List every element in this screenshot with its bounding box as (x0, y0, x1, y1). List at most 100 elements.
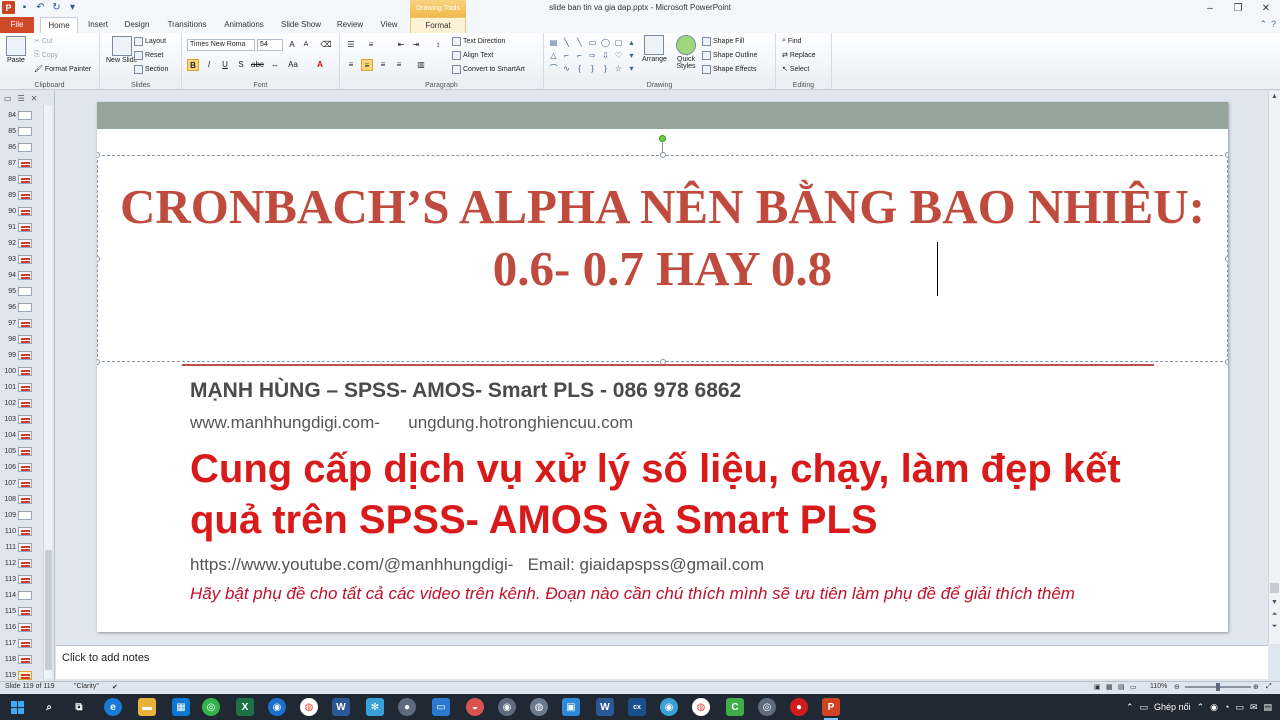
zoom-out-icon[interactable]: ⊖ (1174, 683, 1180, 691)
app-folder-icon[interactable]: ▭ (432, 698, 450, 716)
tab-view[interactable]: View (374, 17, 404, 33)
volume-icon[interactable]: ◔ (1224, 702, 1229, 712)
resize-handle-bottom-left[interactable] (97, 359, 100, 365)
help-icon[interactable]: ? (1271, 19, 1276, 30)
change-case-icon[interactable]: Aa (287, 59, 299, 71)
app-monitor-icon[interactable]: ▣ (562, 698, 580, 716)
slide-thumbnail[interactable]: 88 (0, 171, 42, 187)
shape-fill-button[interactable]: Shape Fill (702, 37, 744, 46)
bold-icon[interactable]: B (187, 59, 199, 71)
arc-shape-icon[interactable]: ⌒ (548, 63, 559, 74)
task-view-icon[interactable]: ⧉ (70, 698, 88, 716)
tab-format[interactable]: Format (410, 17, 466, 33)
select-button[interactable]: ↖ Select (782, 65, 809, 74)
slide-vertical-scrollbar[interactable]: ▲ ▼ ⏶ ⏷ (1268, 91, 1280, 644)
app-gray-icon[interactable]: ● (398, 698, 416, 716)
underline-icon[interactable]: U (219, 59, 231, 71)
brace-shape-icon[interactable]: } (587, 63, 598, 74)
reading-view-icon[interactable]: ▤ (1118, 683, 1125, 691)
slideshow-view-icon[interactable]: ▭ (1130, 683, 1137, 691)
line-spacing-icon[interactable]: ↕ (432, 39, 444, 51)
minimize-icon[interactable]: – (1196, 0, 1224, 17)
rectangle-shape-icon[interactable]: ▭ (587, 37, 598, 48)
slide-thumbnail[interactable]: 95 (0, 283, 42, 299)
slide-thumbnail[interactable]: 105 (0, 443, 42, 459)
language-icon[interactable]: ✉ (1250, 702, 1258, 713)
zoom-slider-knob[interactable] (1216, 683, 1220, 691)
decrease-indent-icon[interactable]: ⇤ (395, 39, 407, 51)
network-icon[interactable]: ◉ (1210, 702, 1218, 713)
scroll-down-icon[interactable]: ▼ (1269, 597, 1280, 608)
font-name-select[interactable]: Times New Roma (187, 39, 255, 51)
arrange-button[interactable]: Arrange (642, 35, 667, 63)
outline-tab-icon[interactable]: ☰ (18, 94, 25, 103)
layout-button[interactable]: Layout (134, 37, 166, 46)
tab-animations[interactable]: Animations (220, 17, 268, 33)
shape-outline-button[interactable]: Shape Outline (702, 51, 757, 60)
app-camera-icon[interactable]: ◉ (498, 698, 516, 716)
vertical-scroll-thumb[interactable] (1270, 583, 1279, 593)
line-shape-icon[interactable]: ╲ (574, 37, 585, 48)
youtube-email-text[interactable]: https://www.youtube.com/@manhhungdigi- E… (190, 555, 764, 575)
word-icon[interactable]: W (332, 698, 350, 716)
columns-icon[interactable]: ▥ (415, 59, 427, 71)
app-red-icon[interactable]: ◒ (466, 698, 484, 716)
slide-thumbnail[interactable]: 91 (0, 219, 42, 235)
app-globe-icon[interactable]: ◍ (530, 698, 548, 716)
heart-shape-icon[interactable]: ♡ (613, 50, 624, 61)
slide-title-text[interactable]: CRONBACH’S ALPHA NÊN BẰNG BAO NHIÊU: 0.6… (97, 176, 1228, 300)
shapes-gallery[interactable]: ▤ ╲ ╲ ▭ ◯ ▢ ▴ △ ⌐ ⌐ ⇨ ⇩ ♡ ▾ ⌒ ∿ { } } ☆ … (548, 37, 637, 74)
rotate-handle[interactable] (659, 135, 666, 142)
oval-shape-icon[interactable]: ◯ (600, 37, 611, 48)
resize-handle-top-left[interactable] (97, 152, 100, 158)
contact-text[interactable]: MẠNH HÙNG – SPSS- AMOS- Smart PLS - 086 … (190, 379, 741, 403)
triangle-shape-icon[interactable]: △ (548, 50, 559, 61)
previous-slide-icon[interactable]: ⏶ (1269, 609, 1280, 620)
word-icon-2[interactable]: W (596, 698, 614, 716)
start-button[interactable] (0, 694, 34, 720)
slide-thumbnail[interactable]: 85 (0, 123, 42, 139)
scroll-shapes-icon[interactable]: ▾ (626, 50, 637, 61)
font-size-select[interactable]: 54 (257, 39, 283, 51)
text-direction-button[interactable]: Text Direction (452, 37, 505, 46)
edge-icon[interactable]: e (104, 698, 122, 716)
slide-thumbnail[interactable]: 118 (0, 651, 42, 667)
slide-thumbnail[interactable]: 112 (0, 555, 42, 571)
tray-label[interactable]: Ghép nối (1154, 702, 1191, 712)
brace-shape-icon[interactable]: } (600, 63, 611, 74)
slide-thumbnail[interactable]: 86 (0, 139, 42, 155)
zoom-level[interactable]: 110% (1150, 683, 1167, 690)
notification-icon[interactable]: ⌃ (1197, 702, 1205, 713)
arrow-shape-icon[interactable]: ⇩ (600, 50, 611, 61)
resize-handle-top-right[interactable] (1225, 152, 1228, 158)
brace-shape-icon[interactable]: { (574, 63, 585, 74)
copy-button[interactable]: ⎘ Copy (34, 51, 58, 59)
slide-thumbnail[interactable]: 109 (0, 507, 42, 523)
shape-effects-button[interactable]: Shape Effects (702, 65, 756, 74)
app-text-icon[interactable]: cx (628, 698, 646, 716)
slide-thumbnail[interactable]: 116 (0, 619, 42, 635)
expand-shapes-icon[interactable]: ▾ (626, 63, 637, 74)
curve-shape-icon[interactable]: ∿ (561, 63, 572, 74)
slide-thumbnail[interactable]: 102 (0, 395, 42, 411)
notes-pane[interactable]: Click to add notes (56, 645, 1268, 679)
convert-smartart-button[interactable]: Convert to SmartArt (452, 65, 525, 74)
slide-thumbnail[interactable]: 108 (0, 491, 42, 507)
more-shapes-icon[interactable]: ▴ (626, 37, 637, 48)
subtitle-note-text[interactable]: Hãy bật phụ đề cho tất cả các video trên… (190, 583, 1190, 605)
slide-thumbnail[interactable]: 101 (0, 379, 42, 395)
app-snowflake-icon[interactable]: ✻ (366, 698, 384, 716)
tray-app-icon[interactable]: ▭ (1140, 702, 1149, 713)
cut-button[interactable]: ✂ Cut (34, 37, 53, 46)
powerpoint-taskbar-icon[interactable]: P (822, 698, 840, 720)
slide-thumbnail[interactable]: 110 (0, 523, 42, 539)
section-button[interactable]: Section (134, 65, 168, 74)
tab-review[interactable]: Review (334, 17, 366, 33)
reset-button[interactable]: Reset (134, 51, 163, 60)
star-shape-icon[interactable]: ☆ (613, 63, 624, 74)
zoom-in-icon[interactable]: ⊕ (1253, 683, 1259, 691)
replace-button[interactable]: ⇄ Replace (782, 51, 816, 60)
battery-icon[interactable]: ▭ (1235, 702, 1244, 713)
minimize-ribbon-icon[interactable]: ⌃ (1259, 19, 1267, 30)
arrow-shape-icon[interactable]: ⇨ (587, 50, 598, 61)
